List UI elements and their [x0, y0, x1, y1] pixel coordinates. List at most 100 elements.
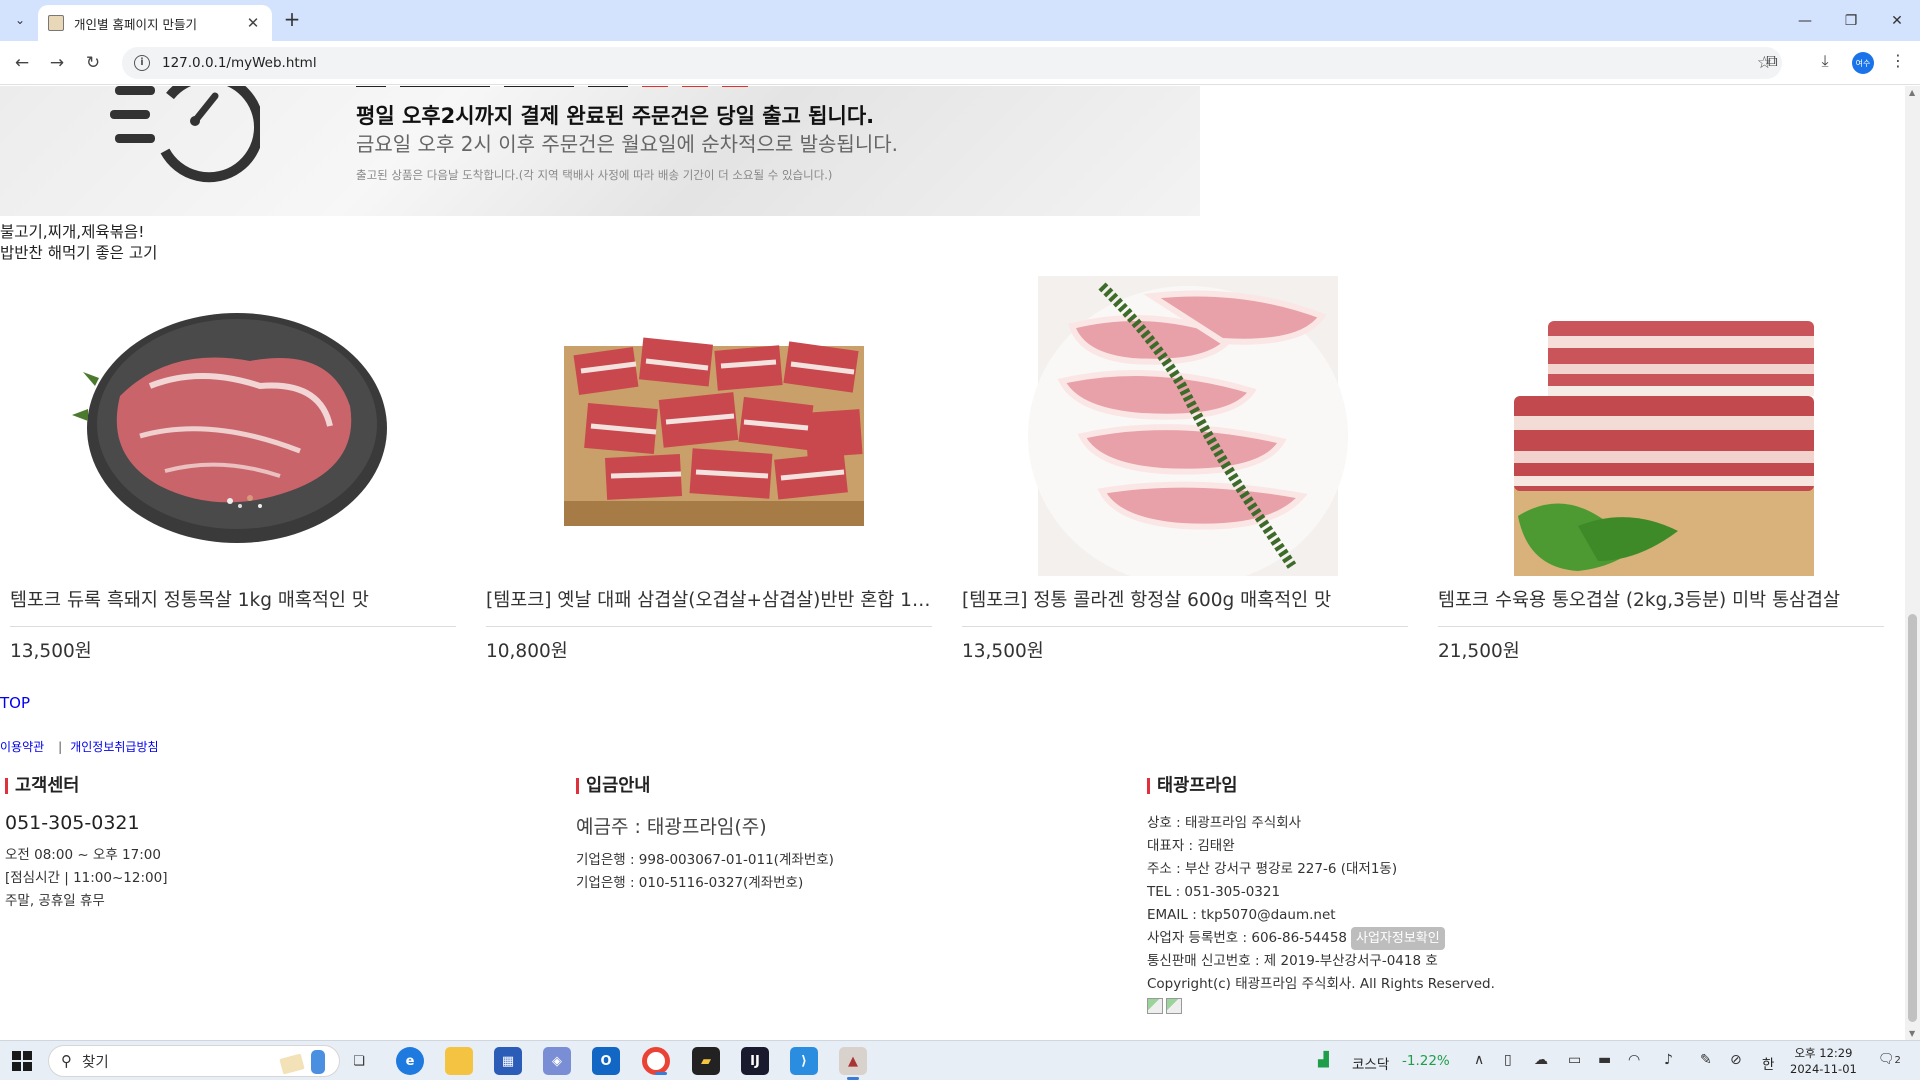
- product-image-pork-neck[interactable]: [0, 276, 456, 576]
- page-viewport: 평일 오후2시까지 결제 완료된 주문건은 당일 출고 됩니다. 금요일 오후 …: [0, 86, 1905, 1040]
- product-price: 21,500원: [1438, 641, 1520, 662]
- intro-line-2: 밥반찬 해먹기 좋은 고기: [0, 244, 158, 262]
- browser-toolbar: ← → ↻ i 127.0.0.1/myWeb.html ☆ ⧉ ⤓ 여수 ⋮: [0, 41, 1920, 85]
- tab-list-chevron-icon[interactable]: ⌄: [8, 8, 32, 32]
- taskbar-search[interactable]: ⚲ 찾기: [48, 1045, 340, 1077]
- product-price: 13,500원: [962, 641, 1044, 662]
- ime-indicator[interactable]: 한: [1762, 1053, 1774, 1073]
- tab-title: 개인별 홈페이지 만들기: [74, 16, 197, 32]
- task-view-icon[interactable]: ❏: [345, 1047, 373, 1075]
- download-icon[interactable]: ⤓: [1813, 51, 1837, 71]
- profile-avatar[interactable]: 여수: [1852, 52, 1874, 74]
- app-icon[interactable]: ◈: [543, 1047, 571, 1075]
- deposit-title: 입금안내: [576, 777, 834, 795]
- back-arrow-icon[interactable]: ←: [8, 49, 36, 77]
- clock-date: 2024-11-01: [1790, 1062, 1857, 1076]
- intro-line-1: 불고기,찌개,제육볶음!: [0, 223, 145, 241]
- site-info-icon[interactable]: i: [134, 55, 150, 71]
- product-name[interactable]: 템포크 수육용 통오겹살 (2kg,3등분) 미박 통삼겹살: [1438, 586, 1884, 627]
- new-tab-button[interactable]: +: [280, 8, 304, 32]
- window-close-icon[interactable]: ✕: [1874, 0, 1920, 41]
- broken-image-icon[interactable]: [1166, 998, 1182, 1014]
- product-name[interactable]: 템포크 듀록 흑돼지 정통목살 1kg 매혹적인 맛: [10, 586, 456, 627]
- microsoft-store-icon[interactable]: ▦: [494, 1047, 522, 1075]
- browser-tab[interactable]: 개인별 홈페이지 만들기 ✕: [38, 5, 272, 41]
- customer-hours: 오전 08:00 ~ 오후 17:00: [5, 847, 161, 863]
- url-text[interactable]: 127.0.0.1/myWeb.html: [162, 55, 317, 71]
- shipping-banner: 평일 오후2시까지 결제 완료된 주문건은 당일 출고 됩니다. 금요일 오후 …: [0, 86, 1200, 216]
- customer-lunch: [점심시간 | 11:00~12:00]: [5, 870, 168, 886]
- banner-line-1: 평일 오후2시까지 결제 완료된 주문건은 당일 출고 됩니다.: [356, 104, 875, 128]
- banner-cut-heading: [356, 86, 956, 90]
- tray-expand-icon[interactable]: ∧: [1474, 1052, 1484, 1068]
- volume-icon[interactable]: ♪: [1664, 1052, 1673, 1068]
- intro-text: 불고기,찌개,제육볶음! 밥반찬 해먹기 좋은 고기: [0, 222, 157, 264]
- terms-link[interactable]: 이용약관: [0, 740, 44, 754]
- minimize-icon[interactable]: —: [1782, 0, 1828, 41]
- cloud-icon[interactable]: ☁: [1534, 1052, 1548, 1068]
- kosdaq-label[interactable]: 코스닥: [1352, 1053, 1389, 1073]
- customer-center-title: 고객센터: [5, 777, 167, 795]
- block-icon[interactable]: ⊘: [1730, 1052, 1742, 1068]
- product-image-pork-jowl[interactable]: [952, 276, 1408, 576]
- product-price: 13,500원: [10, 641, 92, 662]
- customer-phone: 051-305-0321: [5, 812, 140, 834]
- sticky-notes-icon[interactable]: ▰: [692, 1047, 720, 1075]
- stock-chart-icon[interactable]: ▟: [1318, 1052, 1329, 1068]
- product-image-thin-pork-belly[interactable]: [476, 276, 932, 576]
- page-scrollbar[interactable]: ▲ ▼: [1905, 86, 1920, 1040]
- fast-clock-icon: [110, 86, 260, 183]
- product-name[interactable]: [템포크] 정통 콜라겐 항정살 600g 매혹적인 맛: [962, 586, 1408, 627]
- biz-check-button[interactable]: 사업자정보확인: [1351, 927, 1445, 950]
- scrollbar-thumb[interactable]: [1908, 614, 1917, 1022]
- privacy-link[interactable]: 개인정보취급방침: [70, 740, 158, 754]
- file-explorer-icon[interactable]: [445, 1047, 473, 1075]
- display-icon[interactable]: ▭: [1568, 1052, 1581, 1068]
- broken-image-icon[interactable]: [1147, 998, 1163, 1014]
- company-biz-no: 사업자 등록번호 : 606-86-54458: [1147, 930, 1347, 946]
- forward-arrow-icon[interactable]: →: [43, 49, 71, 77]
- deposit-account-1: 기업은행 : 998-003067-01-011(계좌번호): [576, 852, 834, 868]
- tab-close-icon[interactable]: ✕: [244, 14, 262, 32]
- reload-icon[interactable]: ↻: [79, 49, 107, 77]
- deposit-info: 입금안내 예금주 : 태광프라임(주) 기업은행 : 998-003067-01…: [576, 777, 834, 895]
- customer-center: 고객센터 051-305-0321 오전 08:00 ~ 오후 17:00 [점…: [5, 777, 168, 913]
- extensions-icon[interactable]: ⧉: [1760, 51, 1784, 71]
- edge-browser-icon[interactable]: e: [396, 1047, 424, 1075]
- company-ecommerce: 통신판매 신고번호 : 제 2019-부산강서구-0418 호: [1147, 953, 1438, 969]
- browser-menu-icon[interactable]: ⋮: [1886, 51, 1910, 70]
- chrome-icon[interactable]: [642, 1047, 670, 1075]
- notification-icon[interactable]: 🗨2: [1878, 1052, 1901, 1067]
- browser-tab-bar: ⌄ 개인별 홈페이지 만들기 ✕ + — ❐ ✕: [0, 0, 1920, 41]
- scroll-down-icon[interactable]: ▼: [1909, 1029, 1915, 1038]
- wifi-icon[interactable]: ◠: [1628, 1052, 1640, 1068]
- kosdaq-change[interactable]: -1.22%: [1402, 1053, 1450, 1069]
- search-icon: ⚲: [61, 1052, 72, 1070]
- company-ceo: 대표자 : 김태완: [1147, 838, 1235, 854]
- image-viewer-icon[interactable]: ▲: [839, 1047, 867, 1080]
- battery-icon[interactable]: ▬: [1598, 1052, 1611, 1068]
- intellij-icon[interactable]: IJ: [741, 1047, 769, 1075]
- restore-icon[interactable]: ❐: [1828, 0, 1874, 41]
- scroll-up-icon[interactable]: ▲: [1909, 88, 1915, 97]
- product-image-pork-belly-slab[interactable]: [1428, 276, 1884, 576]
- company-info: 태광프라임 상호 : 태광프라임 주식회사 대표자 : 김태완 주소 : 부산 …: [1147, 777, 1495, 1018]
- top-link[interactable]: TOP: [0, 694, 30, 712]
- clock-time: 오후 12:29: [1794, 1046, 1853, 1060]
- windows-taskbar: ⚲ 찾기 ❏ e ▦ ◈ O ▰ IJ ⟩ ▲ ▟ 코스닥 -1.22% ∧ ▯…: [0, 1040, 1920, 1080]
- customer-holiday: 주말, 공휴일 휴무: [5, 893, 105, 909]
- address-bar[interactable]: i 127.0.0.1/myWeb.html ☆: [122, 47, 1782, 79]
- taskbar-clock[interactable]: 오후 12:29 2024-11-01: [1790, 1045, 1857, 1077]
- outlook-icon[interactable]: O: [592, 1047, 620, 1075]
- vscode-icon[interactable]: ⟩: [790, 1047, 818, 1075]
- tab-favicon-icon: [48, 15, 64, 31]
- pen-icon[interactable]: ✎: [1700, 1052, 1712, 1068]
- phone-link-icon[interactable]: ▯: [1504, 1052, 1512, 1068]
- product-name[interactable]: [템포크] 옛날 대패 삼겹살(오겹살+삼겹살)반반 혼합 1kg 매혹적인 맛: [486, 586, 932, 627]
- product-price: 10,800원: [486, 641, 568, 662]
- product-list: 템포크 듀록 흑돼지 정통목살 1kg 매혹적인 맛 13,500원 [템포크]…: [0, 276, 1905, 676]
- search-placeholder: 찾기: [82, 1054, 109, 1071]
- company-biz-row: 사업자 등록번호 : 606-86-54458 사업자정보확인: [1147, 927, 1495, 950]
- windows-start-icon[interactable]: [12, 1051, 32, 1071]
- notification-count: 2: [1894, 1055, 1901, 1066]
